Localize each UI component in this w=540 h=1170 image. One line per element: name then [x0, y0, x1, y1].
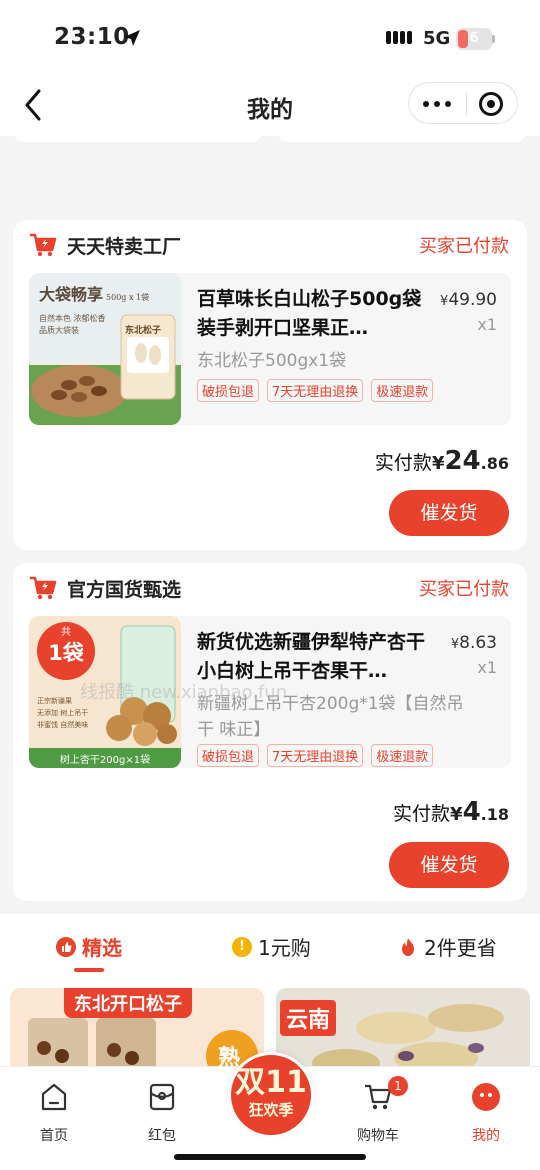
signal-icon — [386, 31, 412, 44]
thumbs-up-icon — [56, 936, 76, 957]
thumb-banner: 大袋畅享 500g x 1袋 — [39, 285, 150, 304]
thumb-pack-label: 东北松子 — [125, 326, 162, 336]
promo-title: 双11 — [235, 1065, 307, 1100]
service-tags: 破损包退 7天无理由退换 极速退款 — [197, 379, 434, 402]
shop-cart-icon — [30, 576, 57, 600]
more-icon[interactable] — [423, 101, 451, 107]
paid-amount: 实付款 ¥ 4 .18 — [393, 797, 509, 827]
shop-name: 官方国货甄选 — [67, 578, 182, 601]
tab-featured[interactable]: 精选 — [56, 932, 122, 961]
product-title[interactable]: 百草味长白山松子500g袋装手剥开口坚果正… — [197, 285, 437, 343]
thumb-line: 自然本色 浓郁松香 — [39, 314, 106, 323]
home-icon — [41, 1083, 67, 1111]
recommend-label: 东北开口松子 — [64, 988, 192, 1018]
tab-label: 首页 — [40, 1128, 68, 1144]
order-status: 买家已付款 — [419, 236, 509, 257]
double-eleven-promo-button[interactable]: 双11 狂欢季 — [228, 1052, 314, 1138]
product-price: ¥49.90 — [440, 290, 497, 310]
product-quantity: x1 — [477, 315, 497, 334]
urge-shipment-button[interactable]: 催发货 — [389, 842, 509, 888]
battery-icon: 6 — [456, 28, 492, 50]
tab-home[interactable]: 首页 — [14, 1081, 94, 1145]
watermark: 线报酷 new.xianbao.fun — [80, 682, 288, 703]
shop-name: 天天特卖工厂 — [67, 235, 182, 258]
product-thumbnail: 大袋畅享 500g x 1袋 自然本色 浓郁松香 品质大袋装 东北松子 — [29, 273, 181, 425]
flame-icon — [402, 937, 414, 956]
red-packet-icon — [149, 1083, 175, 1111]
thumb-line: 品质大袋装 — [39, 326, 79, 335]
tab-label: 购物车 — [357, 1128, 399, 1144]
product-spec: 东北松子500gx1袋 — [197, 351, 347, 371]
service-tag: 极速退款 — [371, 744, 434, 767]
service-tags: 破损包退 7天无理由退换 极速退款 — [197, 744, 434, 767]
shop-cart-icon — [30, 233, 57, 257]
partial-card — [277, 128, 527, 142]
product-quantity: x1 — [477, 658, 497, 677]
urge-shipment-button[interactable]: 催发货 — [389, 490, 509, 536]
close-miniprogram-icon[interactable] — [479, 92, 503, 116]
recommendation-section: 精选 ! 1元购 2件更省 东北开口松子 熟 云南 — [0, 914, 540, 1078]
tab-label: 我的 — [472, 1128, 500, 1144]
tab-profile[interactable]: 我的 — [446, 1081, 526, 1145]
recommend-item[interactable]: 东北开口松子 熟 — [10, 988, 264, 1078]
product-price: ¥8.63 — [450, 633, 497, 653]
order-item[interactable]: 大袋畅享 500g x 1袋 自然本色 浓郁松香 品质大袋装 东北松子 百草味长白… — [29, 273, 511, 425]
home-indicator — [174, 1154, 366, 1160]
promo-subtitle: 狂欢季 — [248, 1101, 294, 1119]
recommend-item[interactable]: 云南 — [276, 988, 530, 1078]
tab-indicator — [74, 968, 104, 972]
order-card[interactable]: 天天特卖工厂 买家已付款 大袋畅享 500g x 1袋 自然本色 浓郁松香 品质… — [13, 220, 527, 550]
order-status: 买家已付款 — [419, 579, 509, 600]
partial-card — [13, 128, 263, 142]
location-arrow-icon — [124, 30, 140, 46]
cart-badge: 1 — [388, 1076, 408, 1096]
profile-icon — [472, 1083, 500, 1111]
service-tag: 7天无理由退换 — [267, 379, 364, 402]
order-card[interactable]: 官方国货甄选 买家已付款 共 1袋 正宗新疆果 无添加 树上吊干 非蜜饯 自然美… — [13, 563, 527, 901]
service-tag: 7天无理由退换 — [267, 744, 364, 767]
service-tag: 破损包退 — [197, 744, 260, 767]
tab-one-yuan[interactable]: ! 1元购 — [232, 932, 311, 961]
shop-row[interactable]: 天天特卖工厂 — [29, 230, 181, 260]
mini-program-capsule — [408, 82, 518, 124]
network-type: 5G — [423, 28, 451, 49]
battery-level: 6 — [469, 30, 479, 46]
thumb-feature: 正宗新疆果 — [37, 697, 72, 705]
coin-icon: ! — [232, 936, 252, 957]
paid-amount: 实付款 ¥ 24 .86 — [374, 446, 509, 476]
service-tag: 极速退款 — [371, 379, 434, 402]
thumb-badge: 共 1袋 — [37, 622, 95, 680]
thumb-footer: 树上杏干200g×1袋 — [59, 755, 151, 766]
status-bar: 23:10 5G 6 — [0, 0, 540, 78]
shop-row[interactable]: 官方国货甄选 — [29, 573, 181, 603]
status-time: 23:10 — [54, 24, 130, 50]
thumb-feature: 非蜜饯 自然美味 — [37, 721, 89, 729]
service-tag: 破损包退 — [197, 379, 260, 402]
tab-label: 红包 — [148, 1128, 176, 1144]
thumb-feature: 无添加 树上吊干 — [37, 709, 89, 717]
recommend-label: 云南 — [280, 1000, 337, 1036]
tab-red-packet[interactable]: 红包 — [122, 1081, 202, 1145]
tab-two-save[interactable]: 2件更省 — [398, 932, 497, 961]
